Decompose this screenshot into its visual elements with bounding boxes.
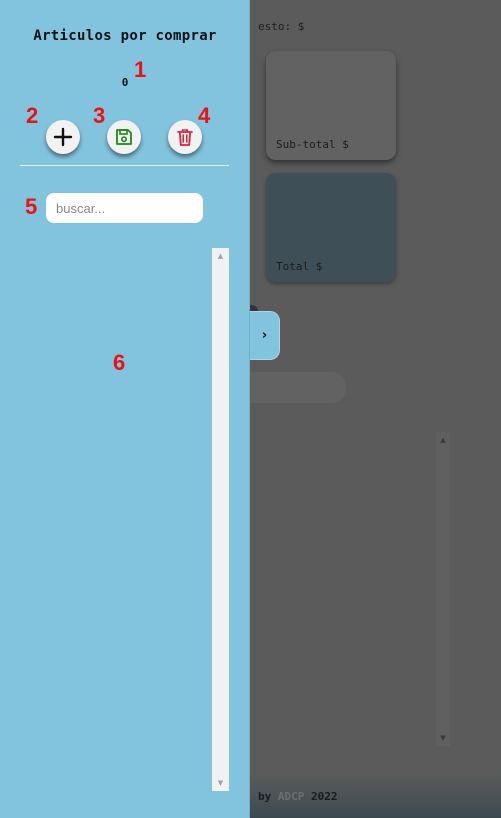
footer-credit: by ADCP 2022	[258, 790, 338, 803]
item-count: 0	[121, 76, 129, 89]
background-input	[250, 372, 346, 403]
scroll-down-arrow-icon: ▼	[440, 734, 446, 742]
subtotal-card: Sub-total $	[266, 51, 396, 160]
floppy-disk-icon	[116, 129, 132, 145]
scroll-up-arrow-icon[interactable]: ▲	[212, 252, 229, 260]
items-list-scrollbar[interactable]: ▲ ▼	[212, 248, 229, 791]
sidebar-divider	[20, 165, 229, 166]
marker-3: 3	[93, 103, 106, 128]
trash-icon	[177, 129, 193, 146]
scroll-up-arrow-icon: ▲	[440, 436, 446, 444]
total-card: Total $	[266, 173, 396, 282]
total-label: Total $	[276, 260, 323, 273]
footer-year: 2022	[311, 790, 338, 803]
save-list-button[interactable]	[107, 120, 141, 154]
delete-list-button[interactable]	[168, 120, 202, 154]
marker-6: 6	[113, 350, 126, 375]
footer-brand: ADCP	[277, 790, 305, 803]
budget-label: esto: $	[258, 20, 305, 33]
subtotal-label: Sub-total $	[276, 138, 349, 151]
chevron-right-icon: ›	[261, 328, 268, 343]
plus-icon	[53, 127, 73, 147]
marker-1: 1	[134, 57, 147, 82]
background-scrollbar: ▲ ▼	[436, 432, 450, 746]
marker-5: 5	[25, 194, 38, 219]
sidebar-title: Articulos por comprar	[33, 28, 217, 44]
footer-by: by	[258, 790, 272, 803]
marker-4: 4	[198, 103, 211, 128]
marker-2: 2	[26, 103, 39, 128]
add-item-button[interactable]	[46, 120, 80, 154]
scroll-down-arrow-icon[interactable]: ▼	[212, 779, 229, 787]
search-input[interactable]	[46, 193, 203, 223]
sidebar-toggle-button[interactable]: ›	[250, 311, 280, 360]
